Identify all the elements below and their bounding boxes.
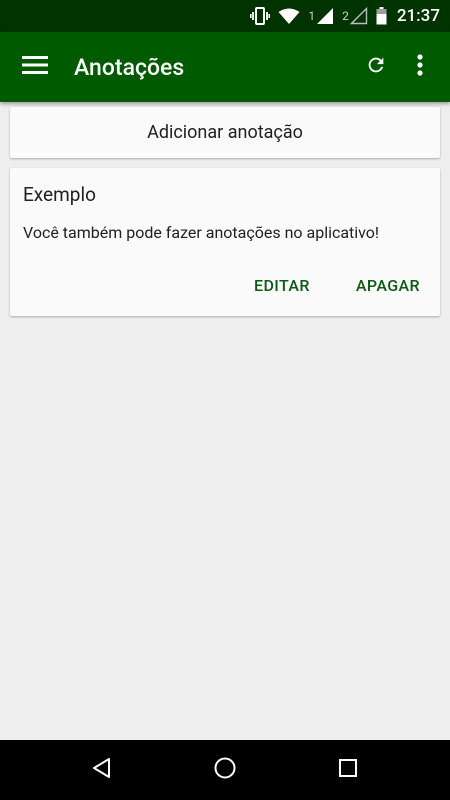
back-icon [91,757,113,783]
status-bar: 1 2 21:37 [0,0,450,32]
note-title: Exemplo [23,183,96,206]
wifi-icon [278,8,300,25]
note-card: Exemplo Você também pode fazer anotações… [10,168,440,316]
page-title: Anotações [74,53,185,81]
sim-1-label: 1 [308,9,316,23]
clock: 21:37 [396,6,440,26]
edit-button[interactable]: EDITAR [254,276,310,295]
refresh-icon [365,54,387,80]
vibrate-icon [250,7,271,25]
delete-button[interactable]: APAGAR [356,276,420,295]
sim-2-label: 2 [342,9,349,23]
app-bar: Anotações [0,32,450,102]
add-note-label: Adicionar anotação [147,122,303,143]
refresh-button[interactable] [354,32,398,102]
home-button[interactable] [195,740,255,800]
recents-icon [338,758,358,782]
navigation-bar [0,740,450,800]
recents-button[interactable] [318,740,378,800]
note-actions: EDITAR APAGAR [254,276,420,295]
back-button[interactable] [72,740,132,800]
add-note-button[interactable]: Adicionar anotação [10,107,440,158]
signal-2-icon: 2 [342,7,368,25]
home-icon [213,756,237,784]
more-vert-icon [417,54,423,80]
more-options-button[interactable] [398,32,442,102]
signal-1-icon: 1 [308,7,334,25]
note-body: Você também pode fazer anotações no apli… [23,223,380,242]
menu-button[interactable] [0,32,70,102]
battery-icon [376,7,387,25]
menu-icon [22,55,48,79]
